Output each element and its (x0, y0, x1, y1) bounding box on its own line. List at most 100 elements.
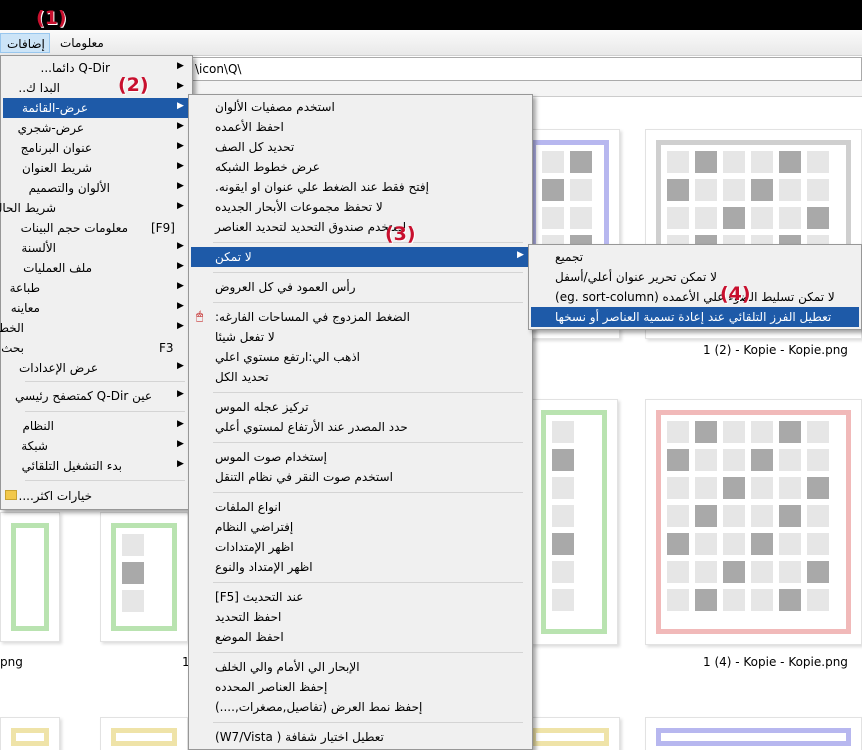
menu-separator (213, 652, 523, 653)
file-thumbnail[interactable] (100, 512, 188, 642)
menu-item-grouping[interactable]: تجميع (531, 247, 859, 267)
file-thumbnail[interactable] (645, 399, 862, 645)
grid-cell (695, 449, 717, 471)
menu-item-full-row-select[interactable]: تحديد كل الصف (191, 137, 530, 157)
grid-cell (751, 207, 773, 229)
menu-item-network[interactable]: شبكة ▶ (3, 436, 190, 456)
grid-cell (807, 589, 829, 611)
menu-separator (25, 480, 185, 481)
menu-item-title-bar[interactable]: شريط العنوان ▶ (3, 158, 190, 178)
grid-cell (723, 421, 745, 443)
menu-item-no-column-highlight[interactable]: لا تمكن تسليط الضوء علي الأعمده (eg. sor… (531, 287, 859, 307)
grid-cell (807, 421, 829, 443)
menu-item-go-up[interactable]: اذهب الي:ارتفع مستوي اعلي (191, 347, 530, 367)
menu-item-colors-design[interactable]: الألوان والتصميم ▶ (3, 178, 190, 198)
menu-item-mouse-sound[interactable]: إستخدام صوت الموس (191, 447, 530, 467)
grid-cell (751, 477, 773, 499)
file-thumbnail[interactable] (100, 717, 188, 750)
menu-item-grid-lines[interactable]: عرض خطوط الشبكه (191, 157, 530, 177)
grid-cell (667, 151, 689, 173)
menu-item-save-view-mode[interactable]: إحفظ نمط العرض (تفاصيل,مصغرات,....) (191, 697, 530, 717)
menu-item-click-sound[interactable]: استخدم صوت النقر في نظام التنقل (191, 467, 530, 487)
menu-item-save-columns[interactable]: احفظ الأعمده (191, 117, 530, 137)
menu-item-select-source[interactable]: حدد المصدر عند الأرتفاع لمستوي أعلي (191, 417, 530, 437)
menu-item-program-title[interactable]: عنوان البرنامج ▶ (3, 138, 190, 158)
chevron-right-icon: ▶ (177, 361, 184, 371)
menu-item-default-browser[interactable]: عين Q-Dir كمتصفح رئيسي ▶ (3, 386, 190, 406)
menu-separator (213, 272, 523, 273)
menu-item-search[interactable]: بحث F3 (1, 338, 190, 358)
menu-item-checkbox-select[interactable]: استخدم صندوق التحديد لتحديد العناصر (191, 217, 530, 237)
menu-item-autostart[interactable]: بدء التشغيل التلقائي ▶ (3, 456, 190, 476)
file-thumbnail[interactable] (645, 717, 862, 750)
menu-separator (213, 302, 523, 303)
menu-item-file-types[interactable]: انواع الملفات (191, 497, 530, 517)
grid-cell (542, 151, 564, 173)
menu-extras[interactable]: إضافات (0, 33, 50, 53)
menu-item-always[interactable]: Q-Dir دائما... ▶ (3, 58, 190, 78)
menu-item-disable[interactable]: لا تمكن ▶ (191, 247, 530, 267)
menu-item-show-ext-type[interactable]: اظهر الإمتداد والنوع (191, 557, 530, 577)
grid-cell (779, 421, 801, 443)
menu-item-do-nothing[interactable]: لا تفعل شيئا (191, 327, 530, 347)
menu-item-font[interactable]: الخط ▶ (0, 318, 190, 338)
menu-item-system[interactable]: النظام ▶ (3, 416, 190, 436)
menu-item-tabs[interactable]: الألسنة ▶ (3, 238, 190, 258)
menu-item-preview[interactable]: معاينه ▶ (3, 298, 190, 318)
menu-item-color-filters[interactable]: استخدم مصفيات الألوان (191, 97, 530, 117)
menu-item-more-options[interactable]: خيارات اكثر.... (3, 486, 190, 506)
menu-item-save-selected[interactable]: إحفظ العناصر المحدده (191, 677, 530, 697)
menu-item-data-size[interactable]: معلومات حجم البينات [F9] (3, 218, 190, 238)
grid-cell (695, 151, 717, 173)
menu-item-double-click[interactable]: 🖱 الضغط المزدوج في المساحات الفارغه: (191, 307, 530, 327)
grid-cell (570, 207, 592, 229)
menu-item-file-ops[interactable]: ملف العمليات ▶ (3, 258, 190, 278)
grid-cell (751, 505, 773, 527)
grid-cell (122, 562, 144, 584)
chevron-right-icon: ▶ (177, 161, 184, 171)
file-thumbnail[interactable] (0, 717, 60, 750)
grid-cell (667, 477, 689, 499)
file-thumbnail[interactable] (0, 512, 60, 642)
grid-cell (695, 207, 717, 229)
menu-item-on-refresh[interactable]: عند التحديث [F5] (191, 587, 530, 607)
grid-cell (695, 477, 717, 499)
chevron-right-icon: ▶ (177, 61, 184, 71)
menu-item-show-ext[interactable]: اظهر الإمتدادات (191, 537, 530, 557)
menu-item-start-as[interactable]: البدا ك.. ▶ (3, 78, 190, 98)
file-thumbnail[interactable] (530, 399, 618, 645)
menu-item-system-default[interactable]: إفتراضي النظام (191, 517, 530, 537)
chevron-right-icon: ▶ (177, 261, 184, 271)
file-name: png (0, 655, 23, 669)
grid-cell (779, 179, 801, 201)
menu-item-no-title-edit[interactable]: لا تمكن تحرير عنوان أعلي/أسفل (531, 267, 859, 287)
menu-item-navigate[interactable]: الإبحار الي الأمام والي الخلف (191, 657, 530, 677)
menu-item-open-on-title[interactable]: إفتح فقط عند الضغط علي عنوان او ايقونه. (191, 177, 530, 197)
grid-cell (667, 561, 689, 583)
menu-item-save-selection[interactable]: احفظ التحديد (191, 607, 530, 627)
grid-cell (807, 533, 829, 555)
grid-cell (695, 589, 717, 611)
menu-item-list-view[interactable]: عرض-القائمة ▶ (3, 98, 190, 118)
menu-item-disable-auto-sort[interactable]: تعطيل الفرز التلقائي عند إعادة تسمية الع… (531, 307, 859, 327)
menu-info[interactable]: معلومات (54, 33, 110, 53)
menu-item-save-position[interactable]: احفظ الموضع (191, 627, 530, 647)
menu-separator (213, 392, 523, 393)
menu-item-status-bar[interactable]: شريط الحاله▶ (0, 198, 190, 218)
menu-item-select-all[interactable]: تحديد الكل (191, 367, 530, 387)
menu-item-column-header[interactable]: رأس العمود في كل العروض (191, 277, 530, 297)
annotation-2: (2) (118, 74, 149, 96)
menu-item-print[interactable]: طباعة ▶ (3, 278, 190, 298)
grid-cell (751, 533, 773, 555)
menu-item-tree-view[interactable]: عرض-شجري ▶ (3, 118, 190, 138)
menu-item-disable-transparent[interactable]: تعطيل اختيار شفافة ( W7/Vista) (191, 727, 530, 747)
grid-cell (570, 151, 592, 173)
grid-cell (723, 589, 745, 611)
menu-item-no-save-groups[interactable]: لا تحفظ مجموعات الأبحار الجديده (191, 197, 530, 217)
annotation-3: (3) (385, 223, 416, 245)
menu-item-wheel-focus[interactable]: تركيز عجله الموس (191, 397, 530, 417)
file-thumbnail[interactable] (520, 717, 620, 750)
menu-item-show-settings[interactable]: عرض الإعدادات ▶ (3, 358, 190, 378)
file-name: 1 (4) - Kopie - Kopie.png (703, 655, 848, 669)
address-bar[interactable]: \icon\Q\ (188, 57, 862, 81)
